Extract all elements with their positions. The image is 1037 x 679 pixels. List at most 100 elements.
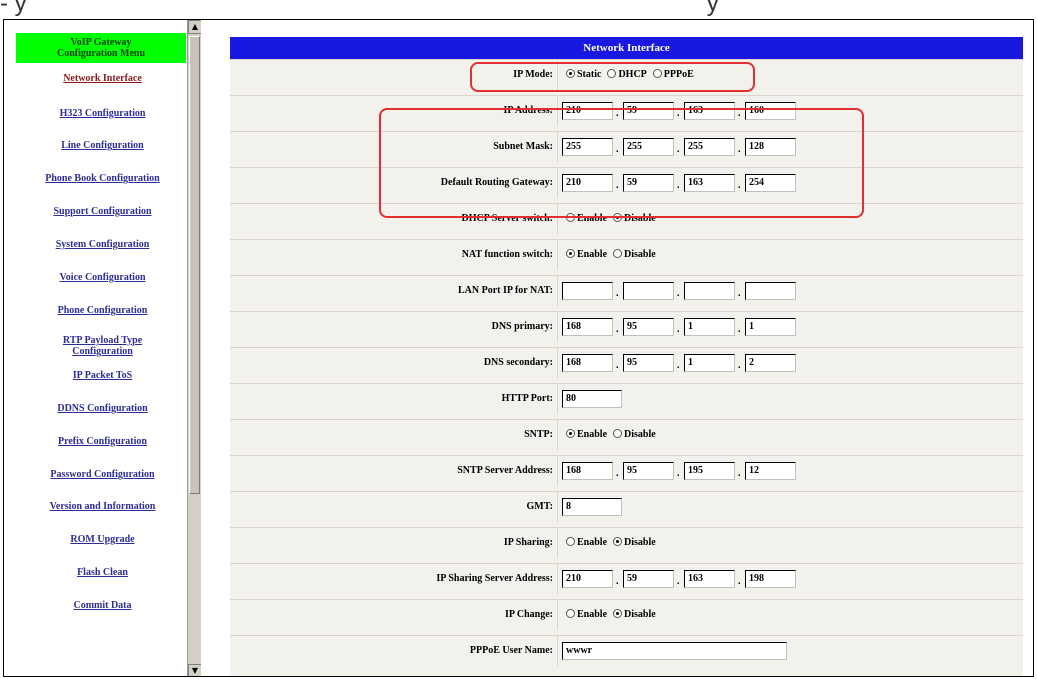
sntp-server-octet-4-input[interactable]: 12: [745, 462, 796, 480]
menu-link-ip-packet-tos[interactable]: IP Packet ToS: [4, 370, 201, 381]
subnet-mask-octet-3-input[interactable]: 255: [684, 138, 735, 156]
ip-sharing-label: IP Sharing:: [230, 528, 558, 558]
octet-separator: .: [677, 468, 680, 479]
menu-link-password-configuration[interactable]: Password Configuration: [4, 469, 201, 480]
menu-link-voice-configuration[interactable]: Voice Configuration: [4, 272, 201, 283]
menu-link-commit-data[interactable]: Commit Data: [4, 600, 201, 611]
menu-link-rom-upgrade[interactable]: ROM Upgrade: [4, 534, 201, 545]
menu-link-ddns-configuration[interactable]: DDNS Configuration: [4, 403, 201, 414]
row-ip-change: IP Change: Enable Disable: [230, 599, 1023, 630]
ip-mode-radio-static[interactable]: [566, 69, 575, 78]
dns-secondary-octet-1-input[interactable]: 168: [562, 354, 613, 372]
menu-link-line-configuration[interactable]: Line Configuration: [4, 140, 201, 151]
octet-separator: .: [616, 360, 619, 371]
ip-sharing-server-octet-4-input[interactable]: 198: [745, 570, 796, 588]
ip-change-radio-disable[interactable]: [613, 609, 623, 618]
row-ip-sharing: IP Sharing: Enable Disable: [230, 527, 1023, 558]
ip-address-octet-3-input[interactable]: 163: [684, 102, 735, 120]
menu-link-phone-configuration[interactable]: Phone Configuration: [4, 305, 201, 316]
menu-scrollbar[interactable]: ▲ ▼: [187, 20, 201, 676]
menu-link-support-configuration[interactable]: Support Configuration: [4, 206, 201, 217]
row-ip-mode: IP Mode: Static DHCP PPPoE: [230, 59, 1023, 90]
sntp-radio-enable[interactable]: [566, 429, 575, 438]
octet-separator: .: [616, 324, 619, 335]
dns-primary-label: DNS primary:: [230, 312, 558, 342]
row-http-port: HTTP Port: 80: [230, 383, 1023, 414]
default-gateway-octet-1-input[interactable]: 210: [562, 174, 613, 192]
subnet-mask-octet-4-input[interactable]: 128: [745, 138, 796, 156]
lan-port-ip-label: LAN Port IP for NAT:: [230, 276, 558, 306]
ip-address-octet-2-input[interactable]: 59: [623, 102, 674, 120]
ip-sharing-server-octet-1-input[interactable]: 210: [562, 570, 613, 588]
octet-separator: .: [616, 108, 619, 119]
ip-address-octet-4-input[interactable]: 160: [745, 102, 796, 120]
ip-sharing-server-octet-3-input[interactable]: 163: [684, 570, 735, 588]
dhcp-server-radio-enable[interactable]: [566, 213, 575, 222]
row-sntp: SNTP: Enable Disable: [230, 419, 1023, 450]
ip-mode-radio-pppoe[interactable]: [652, 69, 662, 78]
menu-link-system-configuration[interactable]: System Configuration: [4, 239, 201, 250]
row-sntp-server: SNTP Server Address: 168. 95. 195. 12: [230, 455, 1023, 486]
ip-change-option-enable-label: Enable: [577, 609, 608, 620]
dns-secondary-octet-3-input[interactable]: 1: [684, 354, 735, 372]
ip-sharing-server-octet-2-input[interactable]: 59: [623, 570, 674, 588]
sntp-radio-group: Enable Disable: [566, 420, 662, 450]
menu-link-version-and-information[interactable]: Version and Information: [4, 501, 201, 512]
ip-mode-radio-dhcp[interactable]: [607, 69, 617, 78]
subnet-mask-octet-2-input[interactable]: 255: [623, 138, 674, 156]
dns-primary-octet-3-input[interactable]: 1: [684, 318, 735, 336]
gmt-label: GMT:: [230, 492, 558, 522]
http-port-input[interactable]: 80: [562, 390, 622, 408]
ip-sharing-radio-enable[interactable]: [566, 537, 575, 546]
ip-mode-option-dhcp-label: DHCP: [618, 69, 647, 80]
row-pppoe-user: PPPoE User Name: wwwr: [230, 635, 1023, 666]
sntp-radio-disable[interactable]: [613, 429, 623, 438]
menu-link-network-interface[interactable]: Network Interface: [4, 73, 201, 84]
ip-change-option-disable-label: Disable: [624, 609, 656, 620]
pppoe-user-input[interactable]: wwwr: [562, 642, 787, 660]
gmt-input[interactable]: 8: [562, 498, 622, 516]
nat-function-option-disable-label: Disable: [624, 249, 656, 260]
dns-primary-octet-1-input[interactable]: 168: [562, 318, 613, 336]
scroll-thumb[interactable]: [189, 36, 200, 494]
menu-link-rtp-payload-type-configuration[interactable]: RTP Payload Type Configuration: [4, 335, 201, 357]
lan-port-ip-octet-4-input[interactable]: [745, 282, 796, 300]
dhcp-server-option-disable-label: Disable: [624, 213, 656, 224]
row-lan-port-ip: LAN Port IP for NAT:...: [230, 275, 1023, 306]
sntp-option-enable-label: Enable: [577, 429, 608, 440]
octet-separator: .: [616, 576, 619, 587]
default-gateway-octet-2-input[interactable]: 59: [623, 174, 674, 192]
ip-address-label: IP Address:: [230, 96, 558, 126]
subnet-mask-octet-1-input[interactable]: 255: [562, 138, 613, 156]
dns-primary-octet-4-input[interactable]: 1: [745, 318, 796, 336]
default-gateway-octet-3-input[interactable]: 163: [684, 174, 735, 192]
lan-port-ip-octet-3-input[interactable]: [684, 282, 735, 300]
scroll-up-icon[interactable]: ▲: [188, 20, 201, 34]
sntp-server-octet-3-input[interactable]: 195: [684, 462, 735, 480]
octet-separator: .: [738, 324, 741, 335]
menu-link-prefix-configuration[interactable]: Prefix Configuration: [4, 436, 201, 447]
lan-port-ip-octet-2-input[interactable]: [623, 282, 674, 300]
ip-address-octet-1-input[interactable]: 210: [562, 102, 613, 120]
dns-secondary-octet-2-input[interactable]: 95: [623, 354, 674, 372]
scroll-down-icon[interactable]: ▼: [188, 664, 201, 676]
nat-function-radio-enable[interactable]: [566, 249, 575, 258]
main-content-frame: Network Interface IP Mode: Static DHCP PPPo…: [216, 20, 1033, 676]
ip-sharing-radio-disable[interactable]: [613, 537, 623, 546]
dns-primary-octet-2-input[interactable]: 95: [623, 318, 674, 336]
menu-link-flash-clean[interactable]: Flash Clean: [4, 567, 201, 578]
octet-separator: .: [677, 576, 680, 587]
sntp-server-octet-2-input[interactable]: 95: [623, 462, 674, 480]
ip-change-label: IP Change:: [230, 600, 558, 630]
lan-port-ip-octet-1-input[interactable]: [562, 282, 613, 300]
dns-secondary-octet-4-input[interactable]: 2: [745, 354, 796, 372]
dhcp-server-radio-disable[interactable]: [613, 213, 623, 222]
octet-separator: .: [677, 288, 680, 299]
default-gateway-octet-4-input[interactable]: 254: [745, 174, 796, 192]
nat-function-radio-disable[interactable]: [613, 249, 623, 258]
row-dns-secondary: DNS secondary: 168. 95. 1. 2: [230, 347, 1023, 378]
sntp-server-octet-1-input[interactable]: 168: [562, 462, 613, 480]
menu-link-phone-book-configuration[interactable]: Phone Book Configuration: [4, 173, 201, 184]
menu-link-h323-configuration[interactable]: H323 Configuration: [4, 108, 201, 119]
ip-change-radio-enable[interactable]: [566, 609, 575, 618]
